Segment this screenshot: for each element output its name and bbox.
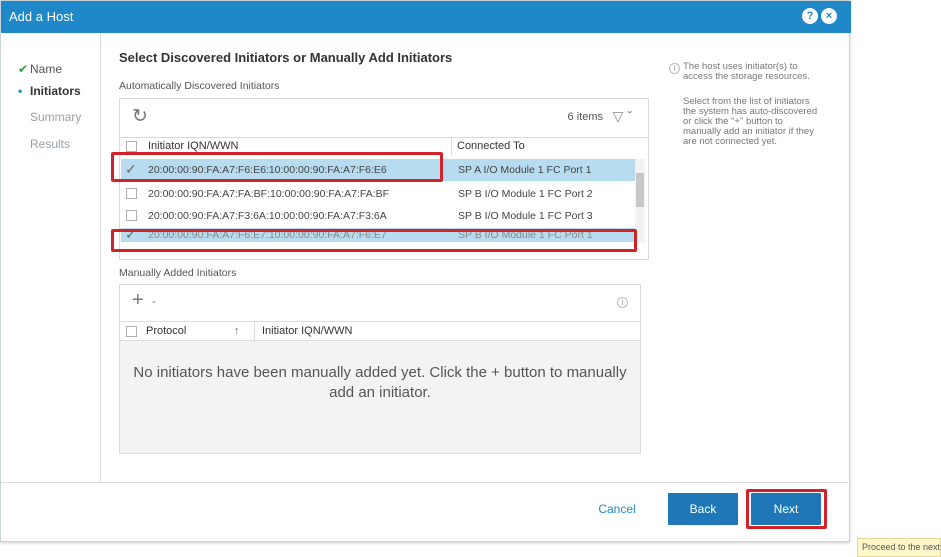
column-header-iqn[interactable]: Initiator IQN/WWN	[262, 322, 352, 340]
next-tooltip: Proceed to the next step	[857, 538, 941, 557]
step-summary: Summary	[18, 110, 81, 124]
add-icon[interactable]: +	[132, 290, 144, 310]
wizard-steps: ✔ Name • Initiators Summary Results	[1, 33, 101, 482]
connected-cell: SP A I/O Module 1 FC Port 1	[458, 164, 592, 176]
info-icon: i	[669, 63, 680, 74]
add-host-dialog: Add a Host ? × ✔ Name • Initiators Summary…	[0, 0, 851, 542]
step-label: Summary	[30, 110, 82, 124]
back-button[interactable]: Back	[668, 493, 738, 525]
page-title: Select Discovered Initiators or Manually…	[119, 50, 453, 65]
row-checkbox[interactable]	[126, 188, 137, 199]
highlight-box	[746, 489, 827, 529]
step-initiators[interactable]: • Initiators	[18, 84, 81, 98]
bullet-icon: •	[18, 84, 23, 98]
column-header-protocol[interactable]: Protocol	[146, 322, 186, 340]
step-label: Results	[30, 137, 71, 151]
scrollbar-thumb[interactable]	[636, 173, 644, 207]
cancel-button[interactable]: Cancel	[587, 493, 647, 525]
filter-icon[interactable]: ▽ ˇ	[613, 108, 632, 125]
refresh-icon[interactable]: ↻	[132, 107, 148, 127]
auto-initiators-label: Automatically Discovered Initiators	[119, 80, 280, 92]
connected-cell: SP B I/O Module 1 FC Port 2	[458, 188, 593, 200]
table-row[interactable]: 20:00:00:90:FA:A7:F3:6A:10:00:00:90:FA:A…	[121, 205, 640, 227]
highlight-box	[111, 152, 443, 182]
row-checkbox[interactable]	[126, 210, 137, 221]
sort-up-icon[interactable]: ↑	[234, 322, 240, 340]
step-name[interactable]: ✔ Name	[18, 62, 62, 76]
step-results: Results	[18, 137, 70, 151]
footer-divider	[1, 482, 851, 483]
item-count: 6 items	[567, 111, 603, 123]
select-all-checkbox[interactable]	[126, 141, 137, 152]
dialog-title: Add a Host	[9, 9, 74, 24]
dropdown-icon[interactable]: -	[152, 294, 156, 308]
help-line: are not connected yet.	[683, 136, 778, 147]
checkmark-icon: ✔	[18, 62, 29, 76]
help-line: access the storage resources.	[683, 71, 810, 82]
column-header-connected[interactable]: Connected To	[457, 137, 525, 155]
empty-message: No initiators have been manually added y…	[133, 364, 627, 401]
manual-header-row: Protocol ↑ Initiator IQN/WWN	[120, 321, 640, 341]
select-all-checkbox[interactable]	[126, 326, 137, 337]
manual-initiators-label: Manually Added Initiators	[119, 267, 237, 279]
highlight-box	[111, 229, 637, 252]
iqn-cell: 20:00:00:90:FA:A7:F3:6A:10:00:00:90:FA:A…	[148, 210, 387, 222]
help-icon[interactable]: ?	[802, 8, 818, 24]
manual-toolbar: + - i	[120, 285, 640, 321]
close-icon[interactable]: ×	[821, 8, 837, 24]
iqn-cell: 20:00:00:90:FA:A7:FA:BF:10:00:00:90:FA:A…	[148, 188, 390, 200]
dialog-titlebar: Add a Host ? ×	[1, 1, 851, 33]
connected-cell: SP B I/O Module 1 FC Port 3	[458, 210, 593, 222]
step-label: Name	[30, 62, 63, 76]
table-row[interactable]: 20:00:00:90:FA:A7:FA:BF:10:00:00:90:FA:A…	[121, 183, 640, 205]
info-icon[interactable]: i	[617, 297, 628, 308]
auto-toolbar: ↻ 6 items ▽ ˇ	[120, 99, 648, 137]
step-label: Initiators	[30, 84, 81, 98]
